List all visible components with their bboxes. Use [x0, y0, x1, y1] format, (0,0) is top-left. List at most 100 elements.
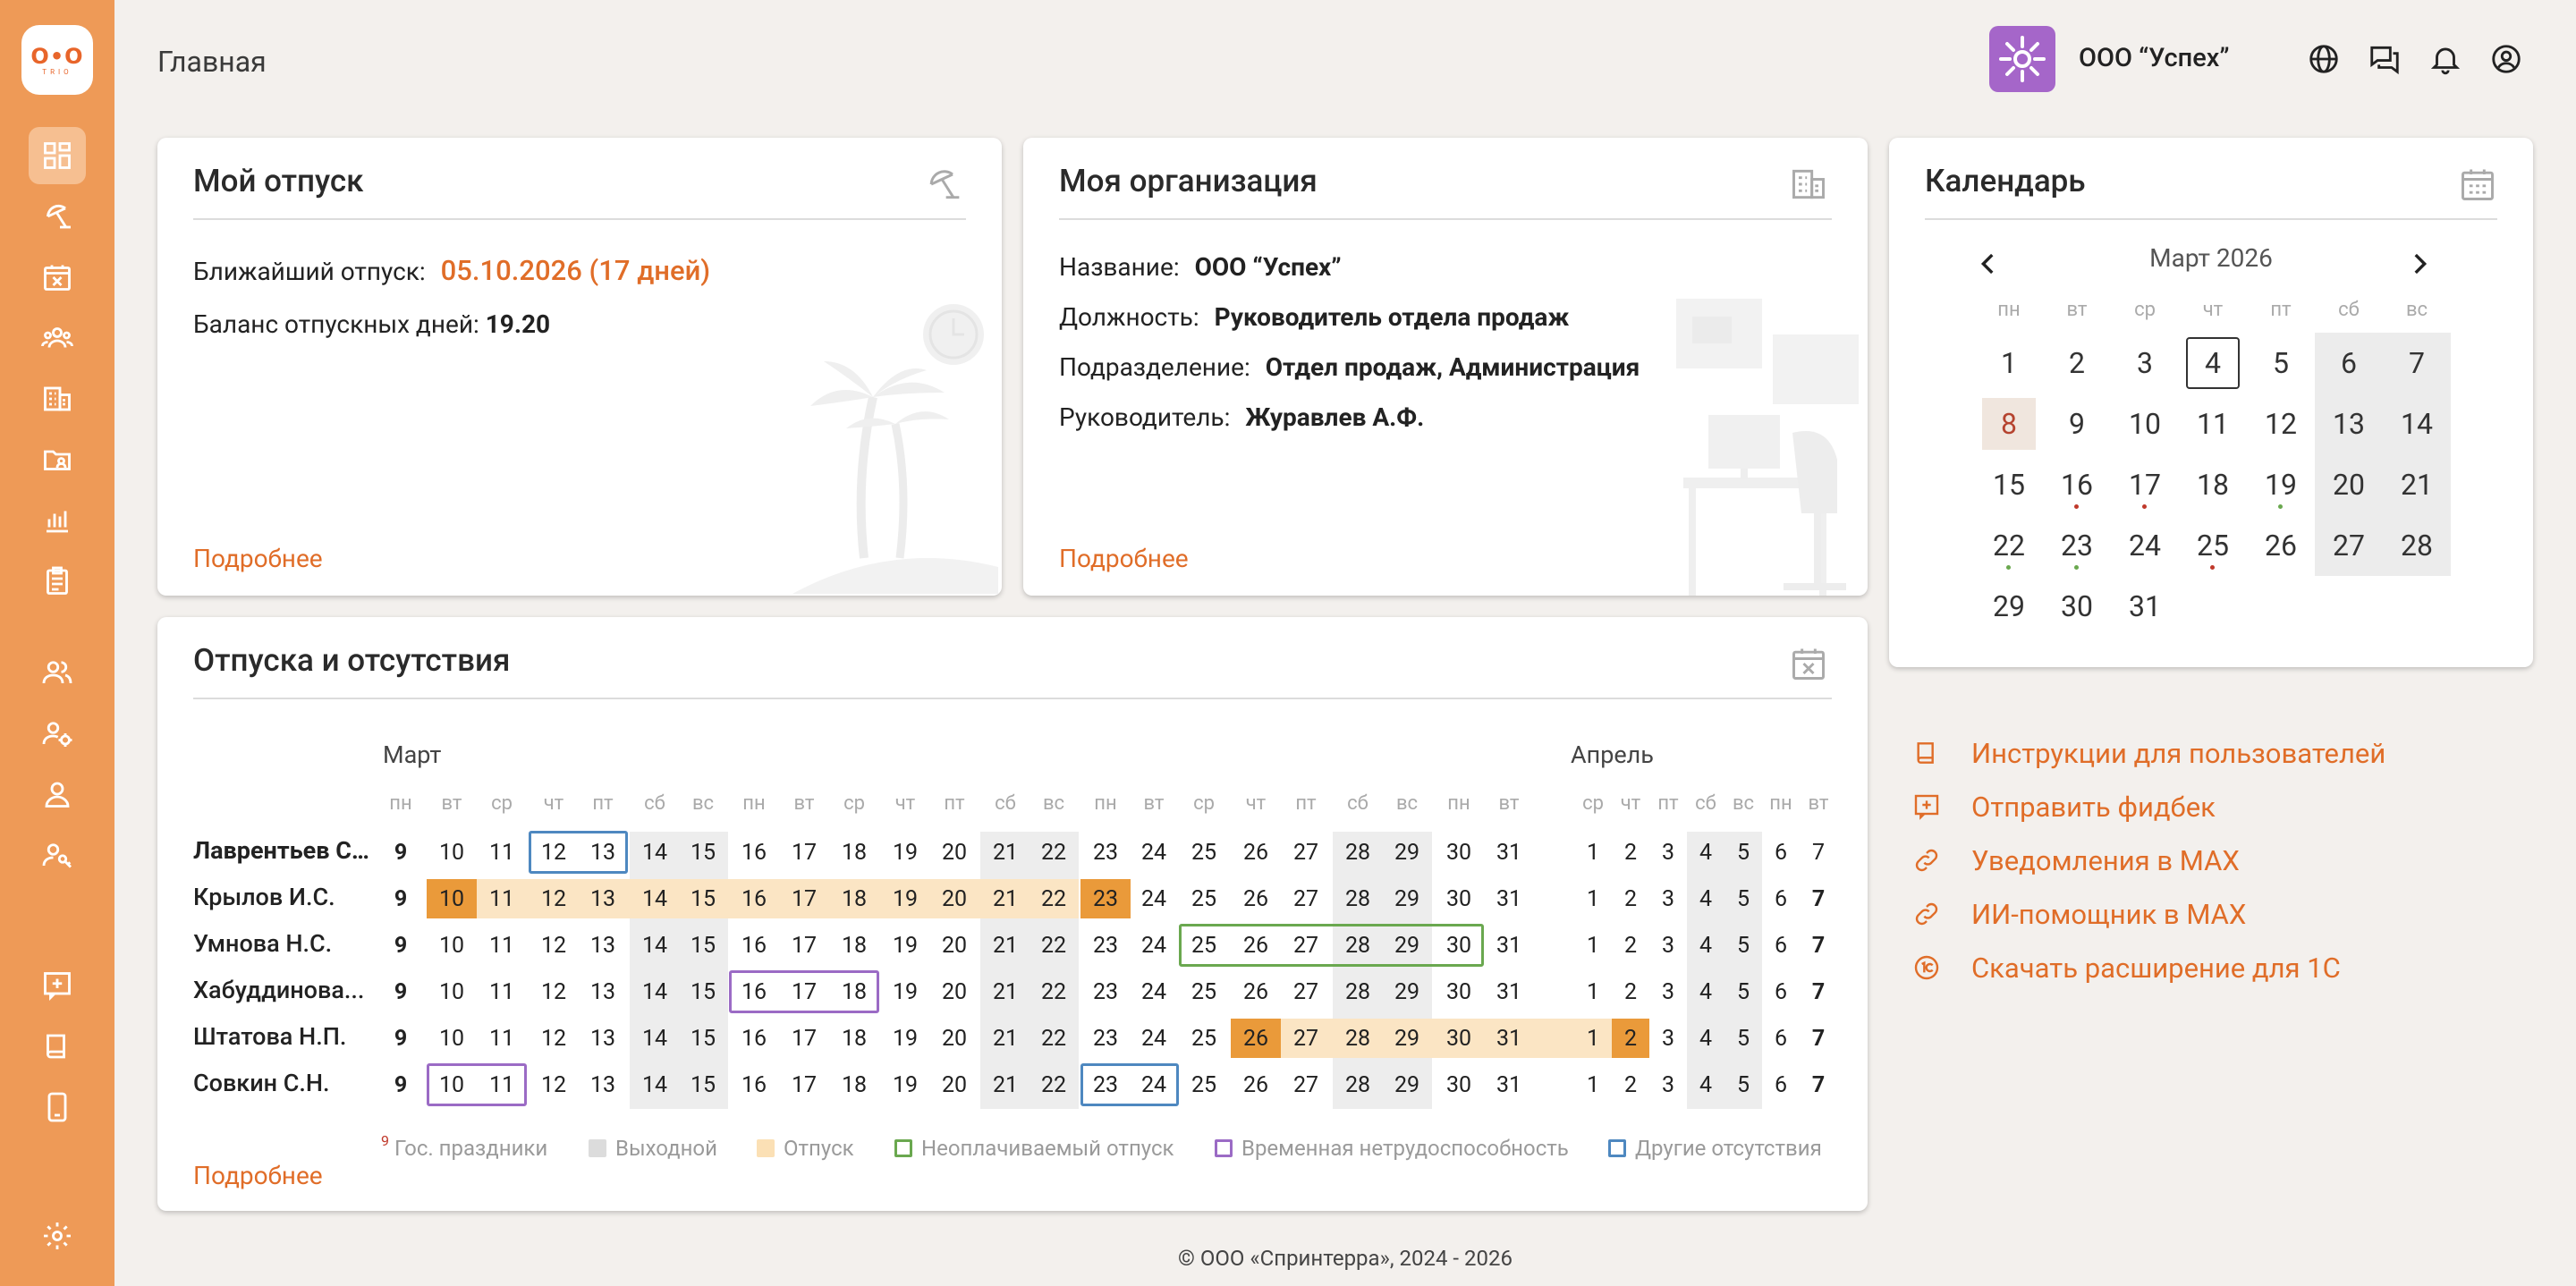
- day-header: ср: [1582, 791, 1604, 815]
- calendar-day[interactable]: 5: [2247, 333, 2315, 393]
- calendar-day[interactable]: 4: [2179, 333, 2247, 393]
- absence-box[interactable]: [529, 831, 628, 874]
- next-month-button[interactable]: [2404, 249, 2435, 279]
- legend-label: Другие отсутствия: [1635, 1136, 1822, 1161]
- day-cell: 7: [1811, 839, 1826, 866]
- calendar-day[interactable]: 15: [1975, 454, 2043, 515]
- absence-box[interactable]: [1080, 1063, 1179, 1106]
- sidebar-book-button[interactable]: [29, 1018, 86, 1075]
- org-row-manager: Руководитель: Журавлев А.Ф.: [1059, 402, 1424, 432]
- organization-more-link[interactable]: Подробнее: [1059, 544, 1189, 573]
- calendar-day[interactable]: 31: [2111, 576, 2179, 637]
- calendar-day[interactable]: 11: [2179, 393, 2247, 454]
- calendar-day[interactable]: 24: [2111, 515, 2179, 576]
- day-cell: 20: [941, 1071, 968, 1098]
- sidebar-gear-button[interactable]: [29, 1207, 86, 1265]
- link-ai-assistant[interactable]: ИИ-помощник в MAX: [1912, 896, 2246, 932]
- legend-holiday: 9 Гос. праздники: [381, 1132, 547, 1161]
- calendar-day[interactable]: 18: [2179, 454, 2247, 515]
- calendar-day[interactable]: 6: [2315, 333, 2383, 393]
- calendar-day[interactable]: 27: [2315, 515, 2383, 576]
- sidebar-users-button[interactable]: [29, 644, 86, 701]
- employee-name[interactable]: Умнова Н.С.: [193, 929, 372, 958]
- day-cell: 27: [1292, 1071, 1319, 1098]
- calendar-day[interactable]: 30: [2043, 576, 2111, 637]
- sidebar-umbrella-button[interactable]: [29, 188, 86, 245]
- link-user-instructions[interactable]: Инструкции для пользователей: [1912, 735, 2385, 771]
- day-cell: 13: [589, 885, 616, 912]
- absence-box[interactable]: [729, 970, 879, 1013]
- book-icon: [1917, 742, 1934, 764]
- absence-box[interactable]: [1179, 924, 1484, 967]
- account-icon[interactable]: [2487, 39, 2526, 79]
- org-name[interactable]: ООО “Успех”: [2079, 43, 2229, 73]
- absence-box[interactable]: [427, 1063, 527, 1106]
- employee-name[interactable]: Крылов И.С.: [193, 883, 372, 911]
- calendar-day[interactable]: 21: [2383, 454, 2451, 515]
- day-cell: 31: [1496, 885, 1522, 912]
- calendar-day[interactable]: 26: [2247, 515, 2315, 576]
- link-send-feedback[interactable]: Отправить фидбек: [1912, 789, 2216, 825]
- chat-icon[interactable]: [2365, 39, 2404, 79]
- sidebar-folder-button[interactable]: [29, 431, 86, 488]
- day-cell: 15: [690, 932, 716, 959]
- calendar-day[interactable]: 2: [2043, 333, 2111, 393]
- sidebar-phone-button[interactable]: [29, 1079, 86, 1136]
- calendar-x-icon: [44, 265, 71, 291]
- sidebar-user-settings-button[interactable]: [29, 705, 86, 762]
- employee-name[interactable]: Лаврентьев С...: [193, 836, 372, 865]
- sidebar-user-key-button[interactable]: [29, 826, 86, 884]
- day-cell: 25: [1191, 839, 1217, 866]
- day-cell: 17: [791, 932, 818, 959]
- day-header: ср: [491, 791, 513, 815]
- calendar-day[interactable]: 20: [2315, 454, 2383, 515]
- calendar-day[interactable]: 13: [2315, 393, 2383, 454]
- employee-name[interactable]: Совкин С.Н.: [193, 1069, 372, 1097]
- sidebar-feedback-button[interactable]: [29, 957, 86, 1014]
- day-header: вт: [1143, 791, 1165, 815]
- calendar-day[interactable]: 10: [2111, 393, 2179, 454]
- calendar-day[interactable]: 7: [2383, 333, 2451, 393]
- calendar-day[interactable]: 25: [2179, 515, 2247, 576]
- employee-name[interactable]: Штатова Н.П.: [193, 1022, 372, 1051]
- sidebar-dashboard-button[interactable]: [29, 127, 86, 184]
- calendar-day[interactable]: 23: [2043, 515, 2111, 576]
- calendar-day[interactable]: 22: [1975, 515, 2043, 576]
- absences-card: Отпуска и отсутствия Март Апрель пн вт ср ч…: [157, 617, 1868, 1211]
- link-max-notifications[interactable]: Уведомления в MAX: [1912, 842, 2240, 878]
- link-1c-extension[interactable]: Скачать расширение для 1С: [1912, 950, 2341, 986]
- calendar-day[interactable]: 8: [1975, 393, 2043, 454]
- calendar-day[interactable]: 9: [2043, 393, 2111, 454]
- sidebar-calendar-x-button[interactable]: [29, 249, 86, 306]
- day-header: пн: [389, 791, 412, 815]
- sidebar-chart-button[interactable]: [29, 492, 86, 549]
- calendar-day[interactable]: 1: [1975, 333, 2043, 393]
- day-header: сб: [644, 791, 665, 815]
- calendar-day[interactable]: 3: [2111, 333, 2179, 393]
- day-cell: 6: [1774, 839, 1788, 866]
- calendar-day[interactable]: 14: [2383, 393, 2451, 454]
- day-cell: 10: [438, 932, 465, 959]
- bell-icon[interactable]: [2426, 39, 2465, 79]
- globe-icon[interactable]: [2304, 39, 2343, 79]
- employee-name[interactable]: Хабуддинова...: [193, 976, 372, 1004]
- calendar-day[interactable]: 12: [2247, 393, 2315, 454]
- app-logo[interactable]: O•O TRIO: [21, 25, 93, 95]
- day-header: пн: [1769, 791, 1792, 815]
- day-cell: 3: [1661, 1071, 1675, 1098]
- vacation-more-link[interactable]: Подробнее: [193, 544, 323, 573]
- org-avatar[interactable]: [1989, 26, 2055, 92]
- calendar-day[interactable]: 29: [1975, 576, 2043, 637]
- day-header: пн: [1094, 791, 1117, 815]
- sidebar-team-button[interactable]: [29, 309, 86, 367]
- calendar-day[interactable]: 17: [2111, 454, 2179, 515]
- calendar-day[interactable]: 28: [2383, 515, 2451, 576]
- sidebar-building-button[interactable]: [29, 370, 86, 427]
- sidebar-clipboard-button[interactable]: [29, 553, 86, 610]
- sidebar-user-button[interactable]: [29, 766, 86, 823]
- day-cell: 19: [892, 1025, 919, 1052]
- absences-more-link[interactable]: Подробнее: [193, 1161, 323, 1190]
- calendar-day[interactable]: 16: [2043, 454, 2111, 515]
- calendar-day[interactable]: 19: [2247, 454, 2315, 515]
- link-icon: [1915, 902, 1938, 926]
